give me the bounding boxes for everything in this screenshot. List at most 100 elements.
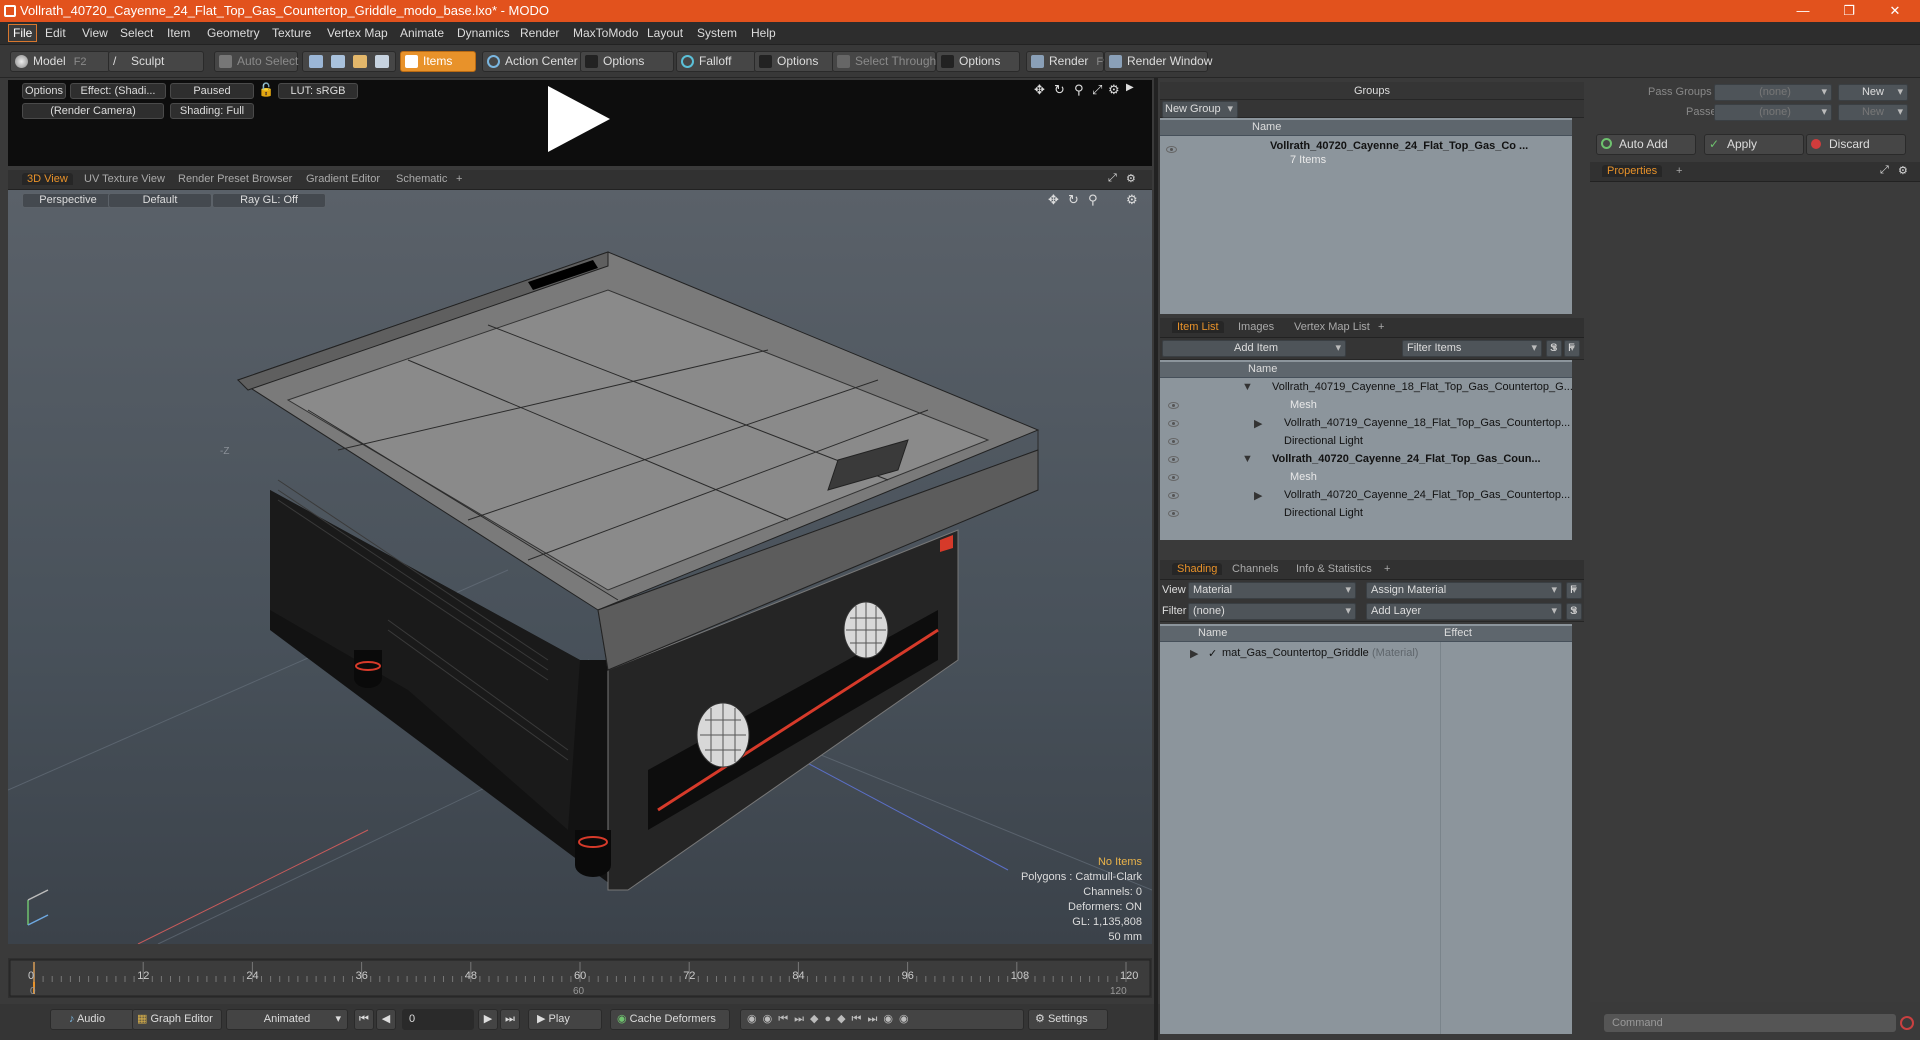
filter-items-input[interactable]: Filter Items <box>1402 340 1542 357</box>
tab-render-preset-browser[interactable]: Render Preset Browser <box>178 173 292 185</box>
visibility-eye-icon[interactable] <box>1168 492 1179 499</box>
menu-vertex-map[interactable]: Vertex Map <box>327 26 388 40</box>
select-through-button[interactable]: Select Through <box>832 51 936 72</box>
menu-animate[interactable]: Animate <box>400 26 444 40</box>
lut-dropdown[interactable]: LUT: sRGB <box>278 83 358 99</box>
select-through-options-button[interactable]: Options <box>936 51 1020 72</box>
new-pass-group-button[interactable]: New <box>1838 84 1908 101</box>
expand-arrow-icon[interactable]: ▶ <box>1190 647 1198 660</box>
list-item[interactable]: Mesh <box>1160 396 1572 414</box>
polygons-mode-icon[interactable] <box>353 55 367 68</box>
add-item-dropdown[interactable]: Add Item <box>1162 340 1346 357</box>
material-checkbox-icon[interactable]: ✓ <box>1208 647 1217 660</box>
menu-help[interactable]: Help <box>751 26 776 40</box>
expand-panel-icon[interactable]: ⤢ <box>1880 164 1889 177</box>
menu-maxtomodo[interactable]: MaxToModo <box>573 26 638 40</box>
go-start-button[interactable]: ⏮ <box>354 1009 374 1030</box>
f-toggle-button[interactable]: F <box>1566 582 1582 599</box>
tab-3d-view[interactable]: 3D View <box>22 173 73 185</box>
passes-dropdown[interactable]: (none) <box>1714 104 1832 121</box>
apply-button[interactable]: ✓ Apply <box>1704 134 1804 155</box>
f-toggle-button[interactable]: F <box>1564 340 1580 357</box>
menu-dynamics[interactable]: Dynamics <box>457 26 510 40</box>
tab-item-list[interactable]: Item List <box>1172 321 1224 333</box>
pass-groups-dropdown[interactable]: (none) <box>1714 84 1832 101</box>
shading-dropdown[interactable]: Shading: Full <box>170 103 254 119</box>
rotate-icon[interactable]: ↻ <box>1054 82 1065 98</box>
maximize-button[interactable]: ❐ <box>1826 0 1872 22</box>
list-item[interactable]: ▼ Vollrath_40720_Cayenne_24_Flat_Top_Gas… <box>1160 450 1572 468</box>
falloff-button[interactable]: Falloff <box>676 51 756 72</box>
vertices-mode-icon[interactable] <box>309 55 323 68</box>
add-tab-button[interactable]: + <box>456 173 462 185</box>
settings-button[interactable]: ⚙ Settings <box>1028 1009 1108 1030</box>
menu-select[interactable]: Select <box>120 26 153 40</box>
effect-dropdown[interactable]: Effect: (Shadi... <box>70 83 166 99</box>
action-center-options-button[interactable]: Options <box>580 51 674 72</box>
menu-geometry[interactable]: Geometry <box>207 26 260 40</box>
tab-info-statistics[interactable]: Info & Statistics <box>1296 563 1372 575</box>
menu-render[interactable]: Render <box>520 26 559 40</box>
visibility-eye-icon[interactable] <box>1168 510 1179 517</box>
action-center-button[interactable]: Action Center <box>482 51 582 72</box>
list-item[interactable]: ▶ Vollrath_40719_Cayenne_18_Flat_Top_Gas… <box>1160 414 1572 432</box>
discard-button[interactable]: Discard <box>1806 134 1906 155</box>
tab-channels[interactable]: Channels <box>1232 563 1278 575</box>
tab-gradient-editor[interactable]: Gradient Editor <box>306 173 380 185</box>
render-camera-dropdown[interactable]: (Render Camera) <box>22 103 164 119</box>
expand-arrow-icon[interactable]: ▶ <box>1126 82 1134 93</box>
gear-icon[interactable]: ⚙ <box>1126 172 1136 185</box>
go-end-button[interactable]: ⏭ <box>500 1009 520 1030</box>
3d-viewport[interactable]: Perspective Default Ray GL: Off ✥ ↻ ⚲ ⚙ … <box>8 190 1152 944</box>
move-icon[interactable]: ✥ <box>1034 82 1045 98</box>
falloff-options-button[interactable]: Options <box>754 51 834 72</box>
step-back-button[interactable]: ◀ <box>376 1009 396 1030</box>
collapse-arrow-icon[interactable]: ▼ <box>1242 381 1253 393</box>
paused-button[interactable]: Paused <box>170 83 254 99</box>
timeline[interactable]: 0 12 24 36 48 60 72 84 96 108 120 0 60 120 <box>8 958 1152 998</box>
step-forward-button[interactable]: ▶ <box>478 1009 498 1030</box>
cache-deformers-button[interactable]: ◉ Cache Deformers <box>610 1009 730 1030</box>
assign-material-dropdown[interactable]: Assign Material <box>1366 582 1562 599</box>
menu-item[interactable]: Item <box>167 26 190 40</box>
view-dropdown[interactable]: Material <box>1188 582 1356 599</box>
visibility-eye-icon[interactable] <box>1168 438 1179 445</box>
expand-panel-icon[interactable]: ⤢ <box>1108 172 1117 185</box>
visibility-eye-icon[interactable] <box>1166 146 1177 153</box>
minimize-button[interactable]: — <box>1780 0 1826 22</box>
visibility-eye-icon[interactable] <box>1168 474 1179 481</box>
menu-system[interactable]: System <box>697 26 737 40</box>
record-icon[interactable] <box>1900 1016 1914 1030</box>
new-pass-button[interactable]: New <box>1838 104 1908 121</box>
new-group-button[interactable]: New Group <box>1162 101 1238 118</box>
tab-images[interactable]: Images <box>1238 321 1274 333</box>
s-toggle-button[interactable]: S <box>1566 603 1582 620</box>
lock-icon[interactable]: 🔓 <box>258 82 274 98</box>
tab-uv-texture-view[interactable]: UV Texture View <box>84 173 165 185</box>
audio-button[interactable]: ♪ Audio <box>50 1009 134 1030</box>
list-item[interactable]: ▼ Vollrath_40719_Cayenne_18_Flat_Top_Gas… <box>1160 378 1573 396</box>
edges-mode-icon[interactable] <box>331 55 345 68</box>
list-item[interactable]: Directional Light <box>1160 504 1572 522</box>
tab-vertex-map-list[interactable]: Vertex Map List <box>1294 321 1370 333</box>
menu-view[interactable]: View <box>82 26 108 40</box>
render-options-button[interactable]: Options <box>22 83 66 99</box>
play-button[interactable]: ▶ Play <box>528 1009 602 1030</box>
expand-arrow-icon[interactable]: ▶ <box>1254 489 1262 502</box>
add-tab-button[interactable]: + <box>1676 165 1682 177</box>
maximize-icon[interactable]: ⤢ <box>1092 82 1102 98</box>
play-render-icon[interactable] <box>548 86 610 152</box>
list-item[interactable]: Directional Light <box>1160 432 1572 450</box>
list-item[interactable]: ▶ Vollrath_40720_Cayenne_24_Flat_Top_Gas… <box>1160 486 1572 504</box>
menu-edit[interactable]: Edit <box>45 26 66 40</box>
visibility-eye-icon[interactable] <box>1168 420 1179 427</box>
menu-layout[interactable]: Layout <box>647 26 683 40</box>
filter-dropdown[interactable]: (none) <box>1188 603 1356 620</box>
render-window-button[interactable]: Render Window <box>1104 51 1212 72</box>
collapse-arrow-icon[interactable]: ▼ <box>1242 453 1253 465</box>
panel-divider[interactable] <box>1154 78 1158 1040</box>
zoom-icon[interactable]: ⚲ <box>1074 82 1084 98</box>
tab-schematic[interactable]: Schematic <box>396 173 447 185</box>
gear-icon[interactable]: ⚙ <box>1108 82 1120 98</box>
add-tab-button[interactable]: + <box>1378 321 1384 333</box>
